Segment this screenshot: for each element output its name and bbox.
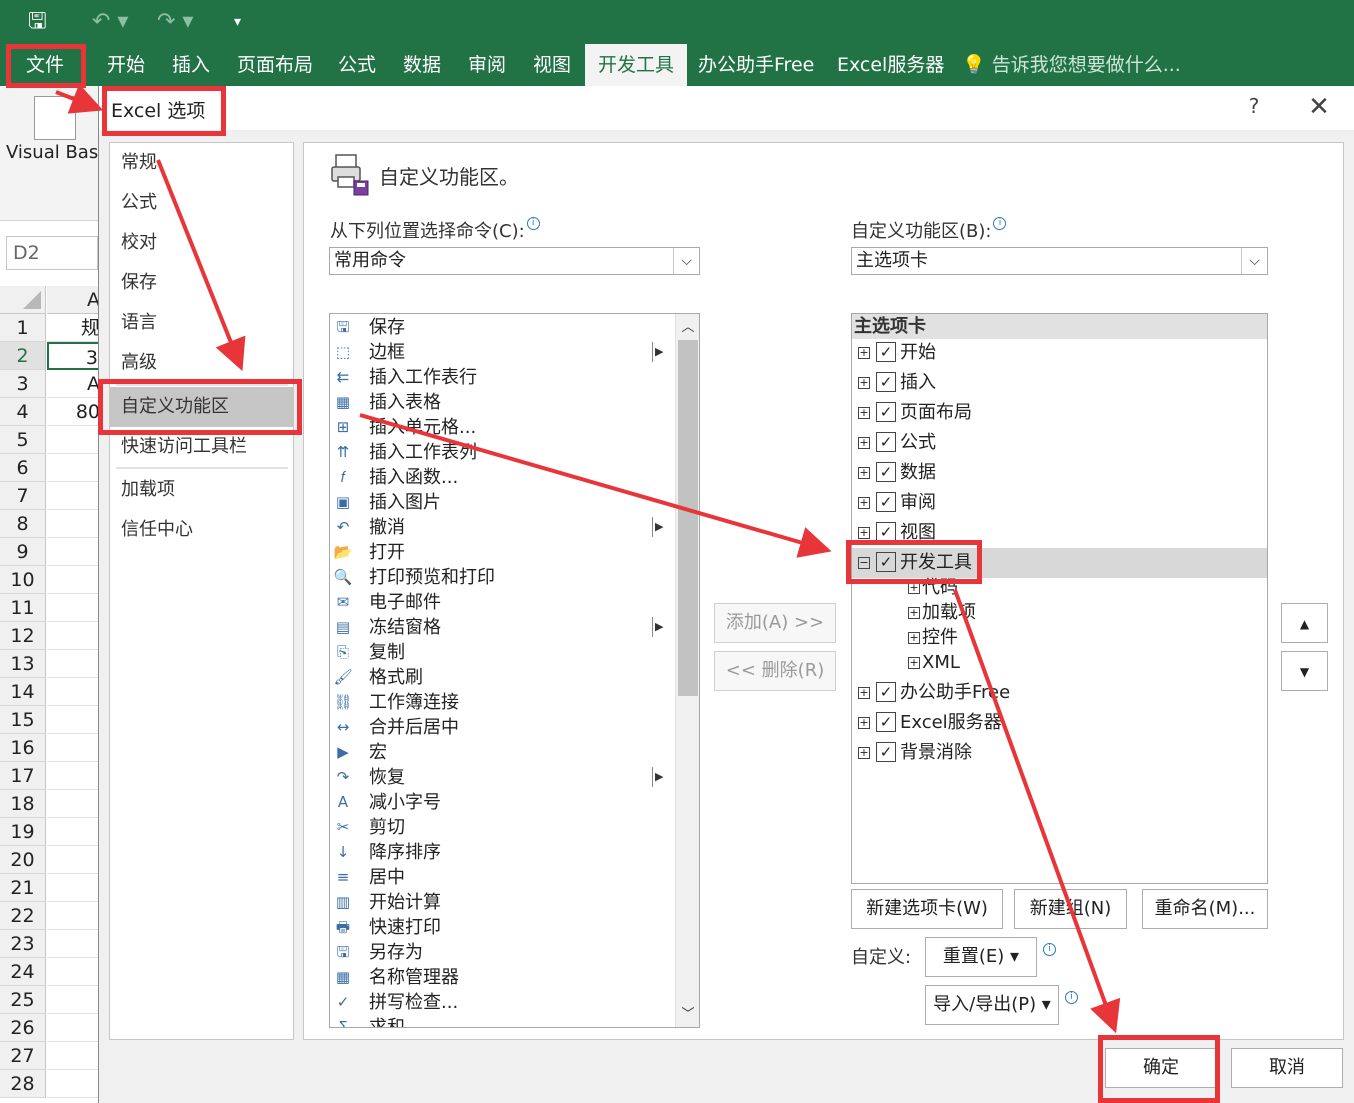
annotation-arrows bbox=[55, 83, 1121, 1034]
arrow-to-developer bbox=[359, 413, 832, 558]
arrow-to-ok bbox=[953, 589, 1121, 1034]
arrow-nav-to-customize bbox=[156, 159, 246, 372]
arrow-file-to-options bbox=[55, 83, 104, 114]
